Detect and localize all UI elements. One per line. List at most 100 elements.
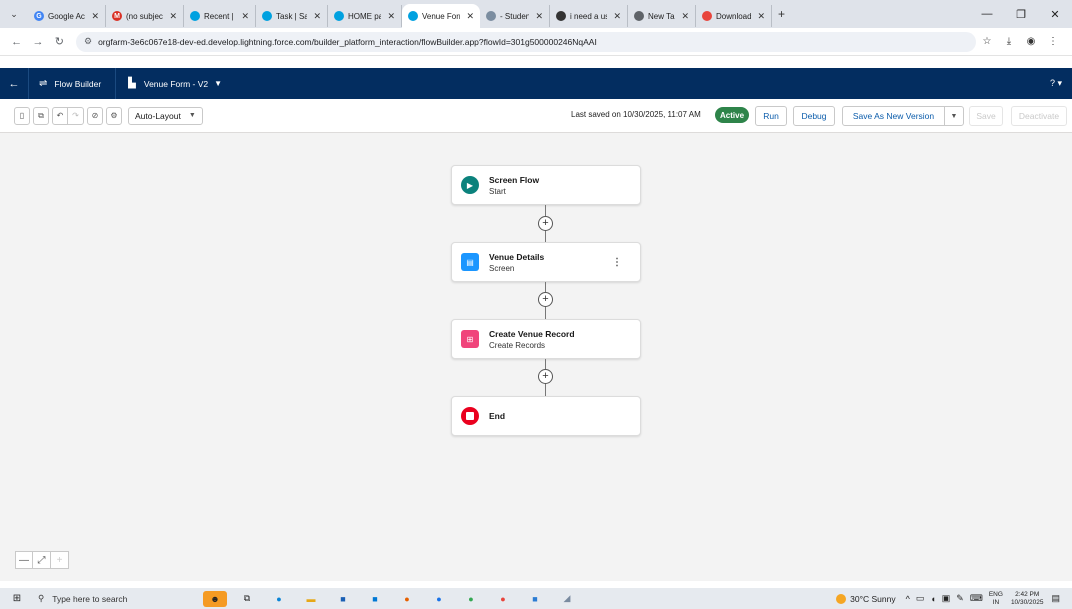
tab-search-icon[interactable]: ⌄	[4, 4, 24, 24]
back-icon[interactable]: ←	[8, 36, 25, 48]
browser-tab[interactable]: HOME page ✕	[328, 5, 402, 27]
file-explorer-icon[interactable]: ▬	[299, 591, 323, 607]
network-icon[interactable]: ▭	[916, 593, 925, 604]
help-button[interactable]: ? ▾	[1050, 78, 1062, 89]
tab-favicon-icon	[702, 11, 712, 21]
browser-tab[interactable]: i need a use ✕	[550, 5, 628, 27]
chevron-down-icon: ▼	[214, 79, 223, 88]
node-title: Screen Flow	[489, 174, 540, 185]
node-subtitle: Create Records	[489, 340, 546, 350]
tab-close-icon[interactable]: ✕	[169, 11, 177, 22]
tab-close-icon[interactable]: ✕	[91, 11, 99, 22]
toggle-panel-icon[interactable]: ▯	[14, 106, 30, 125]
widget-icon[interactable]: ☻	[203, 590, 227, 607]
battery-icon[interactable]: ▣	[942, 593, 951, 604]
browser-tab[interactable]: Download f ✕	[696, 5, 772, 27]
redo-icon[interactable]: ↷	[68, 106, 84, 125]
edge-icon[interactable]: ●	[427, 591, 451, 607]
volume-icon[interactable]: ◖	[930, 594, 935, 604]
profile-icon[interactable]: ◉	[1020, 36, 1042, 47]
language-bottom: IN	[992, 598, 1000, 606]
tab-close-icon[interactable]: ✕	[681, 11, 689, 22]
store-icon[interactable]: ■	[331, 591, 355, 607]
tab-close-icon[interactable]: ✕	[387, 11, 395, 22]
chevron-up-icon[interactable]: ^	[906, 594, 910, 604]
bookmark-star-icon[interactable]: ☆	[976, 36, 998, 47]
settings-gear-icon[interactable]: ⚙	[106, 106, 122, 125]
app-icon[interactable]: ●	[267, 591, 291, 607]
save-button[interactable]: Save	[969, 106, 1003, 126]
close-window-icon[interactable]: ✕	[1038, 8, 1072, 21]
weather-widget[interactable]: 30°C Sunny	[836, 593, 896, 604]
download-icon[interactable]: ⤓	[998, 36, 1020, 47]
create-records-node[interactable]: ⊞ Create Venue Record Create Records	[451, 319, 641, 359]
opera-icon[interactable]: ●	[491, 591, 515, 607]
task-view-icon[interactable]: ⧉	[235, 591, 259, 607]
flow-canvas[interactable]: ▶ Screen Flow Start + ▤ Venue Details Sc…	[0, 133, 1072, 581]
browser-tab[interactable]: New Tab ✕	[628, 5, 696, 27]
app-icon[interactable]: ■	[523, 591, 547, 607]
debug-button[interactable]: Debug	[793, 106, 835, 126]
windows-taskbar: ⊞ ⚲ Type here to search ☻ ⧉ ● ▬ ■ ■ ● ● …	[0, 588, 1072, 609]
forward-icon[interactable]: →	[29, 36, 46, 48]
copy-icon[interactable]: ⧉	[33, 106, 49, 125]
browser-tab[interactable]: M (no subject) ✕	[106, 5, 184, 27]
pen-icon[interactable]: ✎	[956, 593, 964, 604]
language-indicator[interactable]: ENG IN	[989, 591, 1003, 607]
flow-name-dropdown[interactable]: ▙ Venue Form - V2 ▼	[116, 78, 222, 89]
tab-close-icon[interactable]: ✕	[535, 11, 543, 22]
errors-icon[interactable]: ⊘	[87, 106, 103, 125]
tab-title: Venue Form	[422, 11, 460, 21]
taskbar-search-placeholder: Type here to search	[52, 593, 128, 604]
save-as-new-version-button[interactable]: Save As New Version	[842, 106, 945, 126]
tab-title: New Tab	[648, 11, 675, 21]
url-input[interactable]: ⚙ orgfarm-3e6c067e18-dev-ed.develop.ligh…	[75, 31, 976, 52]
reload-icon[interactable]: ↻	[51, 35, 68, 48]
tab-favicon-icon	[556, 11, 566, 21]
tab-close-icon[interactable]: ✕	[613, 11, 621, 22]
notification-icon[interactable]: ▤	[1051, 593, 1060, 604]
add-element-button[interactable]: +	[538, 292, 553, 307]
browser-tab[interactable]: Recent | Re ✕	[184, 5, 256, 27]
browser-menu-icon[interactable]: ⋮	[1042, 36, 1064, 47]
play-icon: ▶	[461, 176, 479, 194]
minimize-icon[interactable]: —	[970, 8, 1004, 20]
run-button[interactable]: Run	[755, 106, 787, 126]
keyboard-icon[interactable]: ⌨	[970, 593, 983, 604]
tab-close-icon[interactable]: ✕	[313, 11, 321, 22]
firefox-icon[interactable]: ●	[395, 591, 419, 607]
taskbar-search-input[interactable]: ⚲ Type here to search	[28, 588, 158, 609]
app-name-label: Flow Builder	[54, 78, 102, 89]
zoom-out-icon[interactable]: —	[15, 551, 33, 569]
outlook-icon[interactable]: ■	[363, 591, 387, 607]
end-node[interactable]: End	[451, 396, 641, 436]
windows-start-icon[interactable]: ⊞	[6, 593, 28, 604]
back-arrow-icon[interactable]: ←	[0, 78, 28, 90]
restore-icon[interactable]: ❐	[1004, 8, 1038, 21]
save-options-chevron-icon[interactable]: ▼	[944, 106, 964, 126]
browser-tab[interactable]: Task | Sales ✕	[256, 5, 328, 27]
clock[interactable]: 2:42 PM 10/30/2025	[1011, 591, 1044, 607]
chrome-icon[interactable]: ●	[459, 591, 483, 607]
browser-tab[interactable]: - Student ✕	[480, 5, 550, 27]
browser-tab[interactable]: Venue Form ✕	[402, 4, 480, 28]
zoom-in-icon[interactable]: +	[51, 551, 69, 569]
add-element-button[interactable]: +	[538, 369, 553, 384]
node-menu-icon[interactable]: ⋮	[612, 257, 622, 268]
undo-icon[interactable]: ↶	[52, 106, 68, 125]
tab-close-icon[interactable]: ✕	[757, 11, 765, 22]
app-icon[interactable]: ◢	[555, 591, 579, 607]
layout-mode-select[interactable]: Auto-Layout ▼	[128, 106, 203, 125]
fit-view-icon[interactable]: ⤢	[33, 551, 51, 569]
start-node[interactable]: ▶ Screen Flow Start	[451, 165, 641, 205]
new-tab-icon[interactable]: +	[778, 7, 785, 21]
tab-title: (no subject)	[126, 11, 163, 21]
deactivate-button[interactable]: Deactivate	[1011, 106, 1067, 126]
node-subtitle: Start	[489, 186, 506, 196]
tab-close-icon[interactable]: ✕	[241, 11, 249, 22]
screen-node[interactable]: ▤ Venue Details Screen ⋮	[451, 242, 641, 282]
site-info-icon[interactable]: ⚙	[84, 36, 92, 47]
tab-close-icon[interactable]: ✕	[466, 11, 474, 22]
add-element-button[interactable]: +	[538, 216, 553, 231]
browser-tab[interactable]: G Google Acc ✕	[28, 5, 106, 27]
